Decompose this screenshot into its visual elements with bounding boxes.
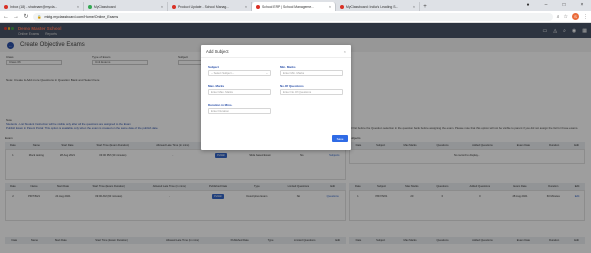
save-button[interactable]: Save (332, 135, 348, 142)
youtube-icon (172, 4, 176, 9)
back-arrow-icon[interactable]: ← (3, 14, 9, 20)
close-icon[interactable]: × (344, 49, 346, 54)
close-tab-icon[interactable]: × (329, 5, 331, 9)
browser-tabbar: Inbox (18) - shabnam@mycla... × MyClassbo… (0, 0, 591, 11)
address-bar-row: ← → ↻ 🔒 mktg.myclassboard.com/Home/Onlin… (0, 11, 591, 23)
maximize-icon[interactable]: □ (555, 0, 573, 11)
reload-icon[interactable]: ↻ (23, 13, 29, 20)
browser-menu-icon[interactable]: ⋮ (583, 14, 588, 20)
myclassboard-icon (88, 4, 92, 9)
youtube-icon (340, 4, 344, 9)
new-tab-button[interactable]: + (420, 2, 430, 11)
browser-tab-gmail[interactable]: Inbox (18) - shabnam@mycla... × (0, 2, 84, 11)
youtube-icon (256, 4, 260, 9)
duration-input[interactable]: Enter Duration (208, 108, 271, 114)
min-marks-input[interactable]: Enter Min. Marks (280, 70, 343, 76)
browser-tab-product-update[interactable]: Product Update - School Manag... × (168, 2, 252, 11)
close-tab-icon[interactable]: × (245, 5, 247, 9)
close-tab-icon[interactable]: × (413, 5, 415, 9)
browser-tab-school-erp[interactable]: School ERP | School Manageme... × (252, 2, 336, 11)
close-tab-icon[interactable]: × (77, 5, 79, 9)
num-questions-input[interactable]: Enter No.Of Questions (280, 89, 343, 95)
add-subject-modal: Add Subject × Subject -- Select Subject … (201, 45, 351, 150)
profile-avatar[interactable]: S (572, 13, 579, 20)
browser-tab-india-leading[interactable]: MyClassboard: India's Leading S... × (336, 2, 420, 11)
gmail-icon (4, 4, 8, 9)
minimize-icon[interactable]: – (537, 0, 555, 11)
close-window-icon[interactable]: × (573, 0, 591, 11)
bookmark-star-icon[interactable]: ☆ (564, 14, 568, 20)
chevron-down-icon: ⌄ (265, 71, 268, 75)
close-tab-icon[interactable]: × (161, 5, 163, 9)
subject-select[interactable]: -- Select Subject -- ⌄ (208, 70, 271, 76)
url-text: mktg.myclassboard.com/Home/Online_Exams (44, 14, 119, 19)
browser-tab-myclassboard[interactable]: MyClassboard × (84, 2, 168, 11)
zoom-icon[interactable]: ⌕ (557, 14, 560, 20)
record-icon[interactable]: ● (519, 0, 537, 11)
window-controls: ● – □ × (519, 0, 591, 11)
forward-arrow-icon[interactable]: → (13, 14, 19, 20)
max-marks-input[interactable]: Enter Max. Marks (208, 89, 271, 95)
modal-title: Add Subject (206, 49, 229, 54)
url-field[interactable]: 🔒 mktg.myclassboard.com/Home/Online_Exam… (33, 12, 553, 21)
lock-icon: 🔒 (37, 14, 42, 19)
